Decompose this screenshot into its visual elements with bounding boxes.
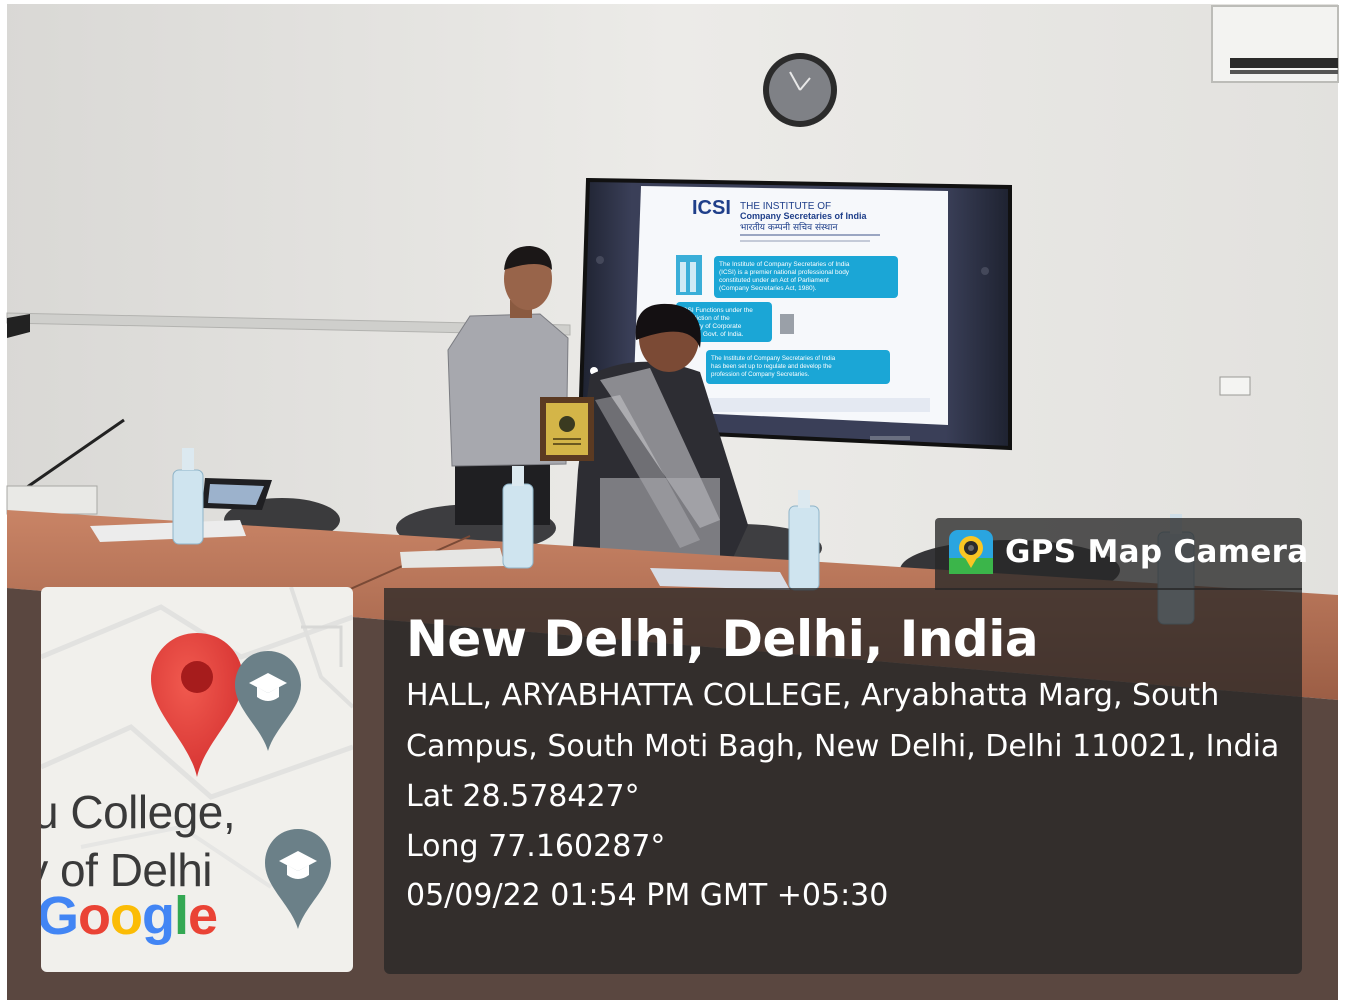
slide-text-b1l3: constituted under an Act of Parliament: [719, 277, 829, 284]
location-title: New Delhi, Delhi, India: [406, 610, 1039, 668]
graduation-cap-icon-2: [265, 829, 331, 929]
award-plaque: [540, 397, 594, 461]
slide-text-b1l4: (Company Secretaries Act, 1980).: [719, 285, 817, 292]
photo-stage: ICSI THE INSTITUTE OF Company Secretarie…: [0, 0, 1345, 1000]
google-logo-letter: G: [41, 886, 79, 946]
google-logo: Google: [41, 885, 218, 947]
icsi-logo: ICSI: [692, 197, 731, 219]
slide-text-b3l1: The Institute of Company Secretaries of …: [711, 355, 836, 362]
datetime-text: 05/09/22 01:54 PM GMT +05:30: [406, 878, 889, 913]
map-label-college: u College,: [41, 786, 236, 838]
gps-map-camera-badge: GPS Map Camera: [935, 518, 1308, 590]
address-line-2: Campus, South Moti Bagh, New Delhi, Delh…: [406, 729, 1280, 764]
location-info-panel: New Delhi, Delhi, India HALL, ARYABHATTA…: [384, 588, 1302, 974]
latitude-text: Lat 28.578427°: [406, 779, 640, 814]
google-logo-letter: l: [174, 886, 189, 946]
slide-text-b1l2: (ICSI) is a premier national professiona…: [719, 269, 850, 276]
map-thumbnail[interactable]: u College, ty of Delhi Google: [41, 587, 353, 972]
address-line-1: HALL, ARYABHATTA COLLEGE, Aryabhatta Mar…: [406, 678, 1220, 713]
slide-hindi-heading: भारतीय कम्पनी सचिव संस्थान: [740, 221, 838, 233]
wall-clock: [763, 53, 837, 127]
slide-heading-2: Company Secretaries of India: [740, 211, 868, 221]
google-logo-letter: o: [78, 886, 111, 946]
google-logo-letter: g: [142, 886, 175, 946]
slide-text-b3l2: has been set up to regulate and develop …: [711, 363, 832, 370]
graduation-cap-icon: [235, 651, 301, 751]
location-pin-icon: [151, 633, 243, 777]
gps-map-camera-title: GPS Map Camera: [1005, 534, 1309, 570]
slide-text-b3l3: profession of Company Secretaries.: [711, 371, 810, 378]
longitude-text: Long 77.160287°: [406, 829, 666, 864]
google-logo-letter: o: [110, 886, 143, 946]
google-logo-letter: e: [188, 886, 218, 946]
gps-map-camera-icon: [949, 530, 993, 574]
slide-text-b1l1: The Institute of Company Secretaries of …: [719, 261, 850, 268]
